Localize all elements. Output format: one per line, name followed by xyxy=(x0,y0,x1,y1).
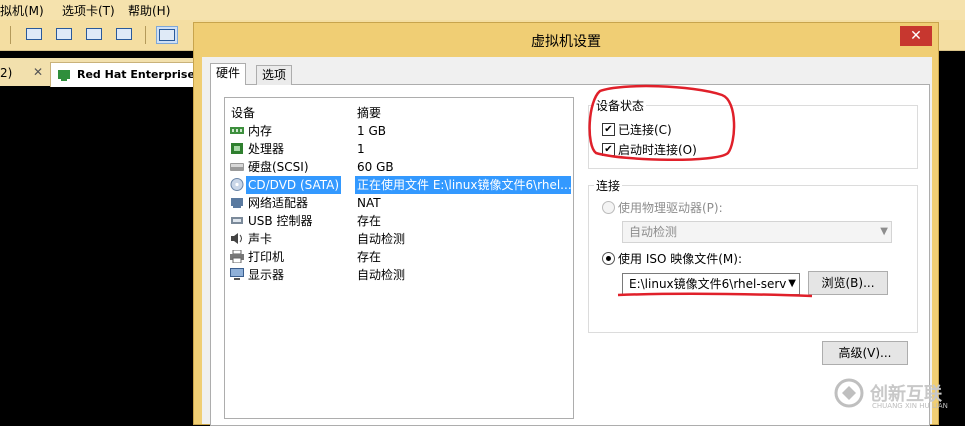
connection-title: 连接 xyxy=(594,177,623,194)
fullscreen-icon[interactable] xyxy=(84,26,104,42)
device-name: 打印机 xyxy=(248,250,285,264)
device-name: 硬盘(SCSI) xyxy=(248,160,309,174)
memory-icon xyxy=(230,127,244,134)
physical-drive-radio[interactable]: 使用物理驱动器(P): xyxy=(602,199,862,215)
vm-settings-dialog: 虚拟机设置 ✕ 硬件 选项 设备 摘要 内存 1 GB 处理器 1 硬盘(SCS… xyxy=(193,22,939,426)
network-adapter-icon xyxy=(231,198,243,208)
tab-hardware[interactable]: 硬件 xyxy=(210,63,247,85)
physical-drive-label: 使用物理驱动器(P): xyxy=(618,201,723,215)
usb-icon xyxy=(231,217,243,224)
tab-vm[interactable]: Red Hat Enterprise L xyxy=(50,62,206,87)
device-column-header[interactable]: 设备 xyxy=(231,104,255,121)
device-summary: 60 GB xyxy=(357,160,394,174)
tab-options[interactable]: 选项 xyxy=(256,65,293,85)
annotation-circle xyxy=(588,84,736,161)
watermark-logo-icon xyxy=(834,378,864,408)
dialog-client: 硬件 选项 设备 摘要 内存 1 GB 处理器 1 硬盘(SCSI) 60 GB xyxy=(202,57,932,426)
physical-drive-select-value: 自动检测 xyxy=(629,225,678,239)
device-summary: 自动检测 xyxy=(357,268,406,282)
vm-icon xyxy=(58,70,70,81)
device-name: 显示器 xyxy=(248,268,285,282)
toolbar-separator xyxy=(10,26,11,44)
device-summary: 1 xyxy=(357,142,365,156)
radio-selected-icon xyxy=(602,252,615,265)
device-summary: 存在 xyxy=(357,250,382,264)
processor-icon xyxy=(231,143,243,154)
sound-icon xyxy=(231,233,242,244)
device-row-cd-dvd[interactable]: CD/DVD (SATA) 正在使用文件 E:\linux镜像文件6\rhel.… xyxy=(227,176,571,194)
thumbnail-view-icon[interactable] xyxy=(54,26,74,42)
device-summary: 存在 xyxy=(357,214,382,228)
device-name: 网络适配器 xyxy=(248,196,309,210)
menubar: 拟机(M) 选项卡(T) 帮助(H) xyxy=(0,0,965,20)
iso-path-value: E:\linux镜像文件6\rhel-serve xyxy=(629,277,794,291)
dialog-title: 虚拟机设置 xyxy=(531,34,601,50)
device-list: 设备 摘要 内存 1 GB 处理器 1 硬盘(SCSI) 60 GB CD/DV… xyxy=(224,97,574,419)
device-name: 声卡 xyxy=(248,232,273,246)
advanced-button[interactable]: 高级(V)... xyxy=(822,341,908,365)
device-row-sound[interactable]: 声卡 自动检测 xyxy=(227,230,571,248)
device-row-usb[interactable]: USB 控制器 存在 xyxy=(227,212,571,230)
unity-view-icon[interactable] xyxy=(114,26,134,42)
physical-drive-select[interactable]: 自动检测 ▼ xyxy=(622,221,892,243)
iso-image-label: 使用 ISO 映像文件(M): xyxy=(618,252,742,266)
console-view-icon[interactable] xyxy=(156,26,178,44)
close-button[interactable]: ✕ xyxy=(900,26,932,46)
iso-image-radio[interactable]: 使用 ISO 映像文件(M): xyxy=(602,250,862,266)
device-row-hard-disk[interactable]: 硬盘(SCSI) 60 GB xyxy=(227,158,571,176)
chevron-down-icon: ▼ xyxy=(880,226,888,237)
device-summary: 1 GB xyxy=(357,124,386,138)
device-row-display[interactable]: 显示器 自动检测 xyxy=(227,266,571,284)
vm-tab-label: Red Hat Enterprise L xyxy=(77,68,206,81)
tab-label-fragment[interactable]: 2) xyxy=(0,66,12,80)
menu-tabs[interactable]: 选项卡(T) xyxy=(62,2,115,19)
menu-vm[interactable]: 拟机(M) xyxy=(0,2,44,19)
browse-button[interactable]: 浏览(B)... xyxy=(808,271,888,295)
cd-dvd-icon xyxy=(230,178,244,191)
device-name: USB 控制器 xyxy=(248,214,313,228)
device-row-printer[interactable]: 打印机 存在 xyxy=(227,248,571,266)
tab-close-icon[interactable]: ✕ xyxy=(33,65,43,79)
device-row-processor[interactable]: 处理器 1 xyxy=(227,140,571,158)
hard-disk-icon xyxy=(230,163,244,171)
device-row-network[interactable]: 网络适配器 NAT xyxy=(227,194,571,212)
device-row-memory[interactable]: 内存 1 GB xyxy=(227,122,571,140)
printer-icon xyxy=(230,250,244,263)
device-name: CD/DVD (SATA) xyxy=(246,176,342,194)
watermark: 创新互联 CHUANG XIN HU LIAN xyxy=(826,372,965,423)
watermark-subtext: CHUANG XIN HU LIAN xyxy=(872,402,948,410)
toolbar-separator xyxy=(145,26,146,44)
device-summary: 正在使用文件 E:\linux镜像文件6\rhel... xyxy=(355,176,571,194)
menu-help[interactable]: 帮助(H) xyxy=(128,2,170,19)
device-summary: 自动检测 xyxy=(357,232,406,246)
sidebar-view-icon[interactable] xyxy=(24,26,44,42)
device-summary: NAT xyxy=(357,196,381,210)
device-name: 内存 xyxy=(248,124,273,138)
device-name: 处理器 xyxy=(248,142,285,156)
annotation-underline xyxy=(617,292,813,298)
display-icon xyxy=(230,268,244,280)
radio-unselected-icon xyxy=(602,201,615,214)
summary-column-header[interactable]: 摘要 xyxy=(357,104,381,121)
